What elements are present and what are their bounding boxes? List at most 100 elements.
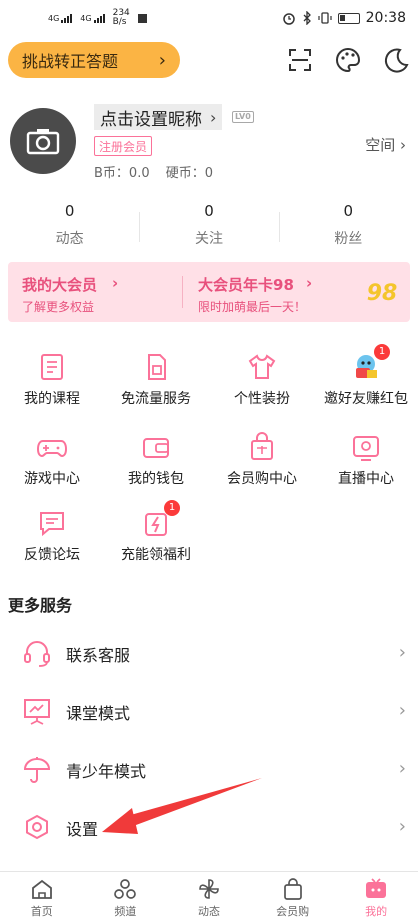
service-item-teen-mode[interactable]: 青少年模式 ›	[0, 740, 418, 798]
service-item-customer-service[interactable]: 联系客服 ›	[0, 624, 418, 682]
stat-fans[interactable]: 0 粉丝	[278, 202, 418, 254]
notification-badge: 1	[164, 500, 180, 516]
palette-icon[interactable]	[334, 46, 362, 74]
vip-left-sub: 了解更多权益	[22, 300, 95, 314]
grid-item-wallet[interactable]: 我的钱包	[104, 432, 208, 508]
stat-dynamics[interactable]: 0 动态	[0, 202, 139, 254]
stat-number: 0	[204, 202, 214, 220]
service-item-classroom[interactable]: 课堂模式 ›	[0, 682, 418, 740]
course-icon	[41, 354, 63, 380]
tab-dynamics[interactable]: 动态	[167, 872, 251, 921]
space-link[interactable]: 空间 ›	[365, 134, 406, 155]
level-badge: LV0	[232, 111, 254, 123]
grid-item-theme[interactable]: 个性装扮	[210, 352, 314, 428]
service-item-settings[interactable]: 设置 ›	[0, 798, 418, 856]
grid-item-label: 我的钱包	[128, 471, 184, 487]
scan-icon[interactable]	[286, 46, 314, 74]
profile-section: 点击设置昵称 › LV0 注册会员 B币：0.0 硬币：0 空间 ›	[0, 100, 418, 186]
classroom-icon	[24, 699, 50, 725]
tab-channel[interactable]: 频道	[84, 872, 168, 921]
bottom-tab-bar: 首页 频道 动态 会员购 我的	[0, 871, 418, 921]
alarm-icon	[282, 13, 295, 25]
grid-item-label: 会员购中心	[227, 471, 297, 487]
stat-label: 动态	[55, 231, 84, 247]
network-type-2: 4G	[80, 13, 92, 23]
chevron-right-icon: ›	[306, 274, 313, 292]
challenge-label: 挑战转正答题	[22, 52, 119, 71]
stat-label: 粉丝	[334, 231, 363, 247]
vip-divider	[182, 276, 183, 308]
signal-2: 4G	[80, 13, 105, 23]
stat-label: 关注	[194, 231, 223, 247]
nickname-button[interactable]: 点击设置昵称 ›	[94, 104, 223, 130]
bluetooth-icon	[303, 11, 311, 25]
service-grid: 我的课程 免流量服务 个性装扮 1 邀好友赚红包 游戏中心 我的钱包 会员购中心…	[0, 332, 418, 582]
avatar[interactable]	[10, 108, 76, 174]
notification-badge: 1	[374, 344, 390, 360]
b-coin: B币：0.0	[94, 166, 150, 181]
service-item-label: 联系客服	[66, 646, 131, 665]
signal-bars-icon	[61, 13, 73, 23]
live-tv-icon	[353, 436, 379, 461]
chevron-right-icon: ›	[210, 107, 217, 127]
stats-row: 0 动态 0 关注 0 粉丝	[0, 202, 418, 254]
grid-item-label: 游戏中心	[24, 471, 80, 487]
network-type-1: 4G	[48, 13, 60, 23]
umbrella-icon	[23, 757, 51, 783]
night-mode-icon[interactable]	[382, 46, 410, 74]
chevron-right-icon: ›	[400, 136, 406, 154]
coin-info: B币：0.0 硬币：0	[94, 162, 225, 181]
register-member-badge[interactable]: 注册会员	[94, 136, 153, 156]
vibrate-icon	[318, 12, 332, 24]
challenge-button[interactable]: 挑战转正答题 ›	[8, 42, 180, 78]
grid-item-label: 个性装扮	[234, 391, 290, 407]
status-bar: 4G 4G 234 B/s 20:38	[0, 0, 418, 36]
pinwheel-icon	[199, 879, 219, 899]
chevron-right-icon: ›	[158, 49, 166, 71]
grid-item-label: 直播中心	[338, 471, 394, 487]
chevron-right-icon: ›	[398, 816, 406, 837]
grid-item-label: 我的课程	[24, 391, 80, 407]
service-item-label: 设置	[66, 820, 99, 839]
space-label: 空间	[365, 136, 396, 154]
grid-item-mall[interactable]: 会员购中心	[210, 432, 314, 508]
camera-icon	[26, 129, 60, 155]
grid-item-feedback[interactable]: 反馈论坛	[0, 508, 104, 584]
vip-right-sub: 限时加萌最后一天！	[198, 300, 307, 314]
grid-item-label: 反馈论坛	[24, 547, 80, 563]
signal-bars-icon	[93, 13, 105, 23]
gamepad-icon	[37, 440, 67, 458]
mall-bag-icon	[283, 878, 302, 900]
tab-home[interactable]: 首页	[0, 872, 84, 921]
service-item-label: 青少年模式	[66, 762, 147, 781]
grid-item-label: 充能领福利	[121, 547, 191, 563]
grid-item-invite[interactable]: 1 邀好友赚红包	[314, 344, 418, 428]
tab-mall[interactable]: 会员购	[251, 872, 335, 921]
grid-item-live[interactable]: 直播中心	[314, 432, 418, 508]
notification-icon	[137, 13, 147, 23]
tshirt-icon	[248, 354, 276, 379]
chevron-right-icon: ›	[398, 758, 406, 779]
tab-mine[interactable]: 我的	[334, 872, 418, 921]
tab-label: 会员购	[276, 905, 310, 918]
stat-following[interactable]: 0 关注	[139, 202, 278, 254]
grid-item-course[interactable]: 我的课程	[0, 352, 104, 428]
vip-98-badge: 98	[366, 280, 398, 306]
grid-item-free-data[interactable]: 免流量服务	[104, 352, 208, 428]
grid-item-label: 邀好友赚红包	[324, 391, 408, 407]
vip-left-title: 我的大会员	[22, 276, 98, 294]
vip-right-title: 大会员年卡98	[198, 276, 294, 294]
network-speed: 234 B/s	[113, 9, 130, 27]
chevron-right-icon: ›	[398, 700, 406, 721]
sim-card-icon	[148, 354, 166, 380]
shopping-bag-icon	[251, 432, 273, 460]
channel-icon	[114, 879, 137, 899]
vip-banner: 我的大会员 › 了解更多权益 大会员年卡98 › 限时加萌最后一天！ 98	[8, 262, 410, 322]
more-services-title: 更多服务	[8, 596, 73, 615]
tab-label: 频道	[114, 905, 137, 918]
grid-item-energy[interactable]: 1 充能领福利	[104, 500, 208, 584]
tab-label: 动态	[197, 905, 220, 918]
tab-label: 我的	[365, 905, 388, 918]
grid-item-games[interactable]: 游戏中心	[0, 432, 104, 508]
profile-tv-icon	[366, 878, 387, 898]
